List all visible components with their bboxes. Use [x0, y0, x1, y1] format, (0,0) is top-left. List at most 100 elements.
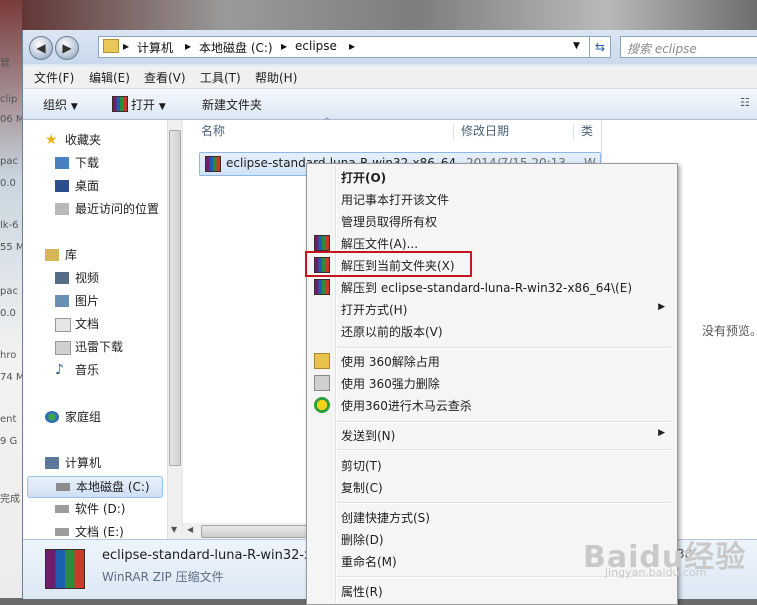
- bg-fragment: pac: [0, 156, 18, 167]
- nav-scrollbar-thumb[interactable]: [169, 130, 181, 466]
- nav-recent-places-label: 最近访问的位置: [75, 202, 160, 216]
- nav-libraries[interactable]: 库: [23, 245, 163, 265]
- bg-fragment: 0.0: [0, 178, 16, 189]
- nav-drive-d-label: 软件 (D:): [75, 502, 126, 516]
- nav-computer[interactable]: 计算机: [23, 453, 163, 473]
- address-field[interactable]: ▸ 计算机 ▸ 本地磁盘 (C:) ▸ eclipse ▸ ▼: [98, 36, 590, 58]
- column-header-type[interactable]: 类: [581, 120, 593, 142]
- ctx-create-shortcut[interactable]: 创建快捷方式(S): [309, 506, 675, 528]
- back-arrow-icon: ◀: [36, 41, 46, 55]
- command-toolbar: 组织 ▼ 打开 ▼ 新建文件夹 ☷: [23, 89, 757, 120]
- column-header-modified[interactable]: 修改日期: [461, 120, 509, 142]
- menu-edit[interactable]: 编辑(E): [89, 69, 130, 86]
- nav-drive-d[interactable]: 软件 (D:): [23, 499, 163, 519]
- address-bar-area: ◀ ▶ ▸ 计算机 ▸ 本地磁盘 (C:) ▸ eclipse ▸ ▼ ⇆ 搜索…: [23, 30, 757, 64]
- search-input[interactable]: 搜索 eclipse: [620, 36, 757, 58]
- ctx-send-to[interactable]: 发送到(N) ▶: [309, 424, 675, 446]
- address-dropdown-icon[interactable]: ▼: [573, 41, 580, 51]
- nav-thunder-downloads-label: 迅雷下载: [75, 340, 124, 354]
- ctx-open-with[interactable]: 打开方式(H) ▶: [309, 298, 675, 320]
- nav-favorites-label: 收藏夹: [65, 133, 102, 147]
- navigation-pane: ★ 收藏夹 下载 桌面 最近访问的位置 库 视频 图片 文档 迅雷下载 ♪ 音乐…: [23, 120, 181, 554]
- column-divider[interactable]: [453, 122, 454, 142]
- ctx-restore-versions-label: 还原以前的版本(V): [341, 325, 443, 339]
- ctx-360-force-delete[interactable]: 使用 360强力删除: [309, 372, 675, 394]
- nav-local-disk-c-label: 本地磁盘 (C:): [76, 480, 150, 494]
- context-menu-separator: [337, 449, 671, 451]
- back-button[interactable]: ◀: [29, 36, 53, 60]
- search-placeholder: 搜索 eclipse: [627, 42, 697, 56]
- no-preview-text: 没有预览。: [702, 324, 757, 338]
- menu-tools[interactable]: 工具(T): [200, 69, 241, 86]
- nav-downloads[interactable]: 下载: [23, 153, 163, 173]
- context-menu-separator: [337, 502, 671, 504]
- forward-arrow-icon: ▶: [62, 41, 72, 55]
- star-icon: ★: [45, 132, 58, 148]
- ctx-open-notepad[interactable]: 用记事本打开该文件: [309, 188, 675, 210]
- new-folder-button[interactable]: 新建文件夹: [202, 96, 262, 113]
- view-options-icon[interactable]: ☷: [740, 96, 750, 109]
- ctx-properties[interactable]: 属性(R): [309, 580, 675, 602]
- scroll-left-icon[interactable]: ◀: [187, 525, 193, 534]
- nav-thunder-downloads[interactable]: 迅雷下载: [23, 337, 163, 357]
- refresh-button[interactable]: ⇆: [589, 36, 611, 58]
- column-divider[interactable]: [573, 122, 574, 142]
- nav-computer-label: 计算机: [65, 456, 102, 470]
- ctx-extract-to-folder-label: 解压到 eclipse-standard-luna-R-win32-x86_64…: [341, 281, 632, 295]
- organize-button[interactable]: 组织 ▼: [43, 96, 78, 113]
- ctx-restore-versions[interactable]: 还原以前的版本(V): [309, 320, 675, 342]
- nav-pictures[interactable]: 图片: [23, 291, 163, 311]
- menu-file[interactable]: 文件(F): [34, 69, 74, 86]
- nav-music[interactable]: ♪ 音乐: [23, 360, 163, 380]
- nav-documents[interactable]: 文档: [23, 314, 163, 334]
- ctx-360-force-delete-label: 使用 360强力删除: [341, 377, 440, 391]
- shield-360-icon: [314, 397, 330, 413]
- nav-pictures-label: 图片: [75, 294, 100, 308]
- nav-favorites[interactable]: ★ 收藏夹: [23, 130, 163, 150]
- menu-view[interactable]: 查看(V): [144, 69, 186, 86]
- refresh-icon: ⇆: [594, 40, 606, 54]
- folder-icon: [55, 341, 71, 355]
- drive-icon: [55, 505, 69, 513]
- details-file-type: WinRAR ZIP 压缩文件: [102, 570, 224, 584]
- bg-fragment: hro: [0, 350, 17, 361]
- ctx-delete-label: 删除(D): [341, 533, 384, 547]
- breadcrumb-separator[interactable]: ▸: [123, 39, 129, 53]
- document-icon: [55, 318, 71, 332]
- ctx-360-scan[interactable]: 使用360进行木马云查杀: [309, 394, 675, 416]
- submenu-arrow-icon: ▶: [658, 302, 665, 312]
- bg-fragment: pac: [0, 286, 18, 297]
- ctx-take-ownership[interactable]: 管理员取得所有权: [309, 210, 675, 232]
- drive-icon: [55, 528, 69, 536]
- nav-desktop[interactable]: 桌面: [23, 176, 163, 196]
- ctx-extract-to-folder[interactable]: 解压到 eclipse-standard-luna-R-win32-x86_64…: [309, 276, 675, 298]
- nav-homegroup[interactable]: 家庭组: [23, 407, 163, 427]
- forward-button[interactable]: ▶: [55, 36, 79, 60]
- column-header-name[interactable]: 名称: [201, 120, 225, 142]
- library-icon: [45, 249, 59, 261]
- ctx-open[interactable]: 打开(O): [309, 166, 675, 188]
- ctx-open-notepad-label: 用记事本打开该文件: [341, 193, 450, 207]
- breadcrumb-computer[interactable]: 计算机: [137, 39, 173, 56]
- nav-recent-places[interactable]: 最近访问的位置: [23, 199, 163, 219]
- ctx-open-with-label: 打开方式(H): [341, 303, 408, 317]
- breadcrumb-separator[interactable]: ▸: [349, 39, 355, 53]
- ctx-extract-files-label: 解压文件(A)...: [341, 237, 419, 251]
- open-button[interactable]: 打开 ▼: [131, 96, 166, 113]
- bg-fragment: 完成: [0, 494, 20, 505]
- breadcrumb-eclipse[interactable]: eclipse: [295, 39, 337, 53]
- ctx-360-unlock[interactable]: 使用 360解除占用: [309, 350, 675, 372]
- scroll-down-icon[interactable]: ▼: [171, 525, 177, 534]
- breadcrumb-local-disk[interactable]: 本地磁盘 (C:): [199, 39, 273, 56]
- nav-homegroup-label: 家庭组: [65, 410, 102, 424]
- ctx-copy[interactable]: 复制(C): [309, 476, 675, 498]
- nav-local-disk-c[interactable]: 本地磁盘 (C:): [27, 476, 163, 498]
- breadcrumb-separator[interactable]: ▸: [281, 39, 287, 53]
- menu-help[interactable]: 帮助(H): [255, 69, 297, 86]
- nav-videos[interactable]: 视频: [23, 268, 163, 288]
- ctx-cut[interactable]: 剪切(T): [309, 454, 675, 476]
- drive-icon: [56, 483, 70, 491]
- bg-fragment: 管: [0, 58, 10, 69]
- breadcrumb-separator[interactable]: ▸: [185, 39, 191, 53]
- ctx-properties-label: 属性(R): [341, 585, 383, 599]
